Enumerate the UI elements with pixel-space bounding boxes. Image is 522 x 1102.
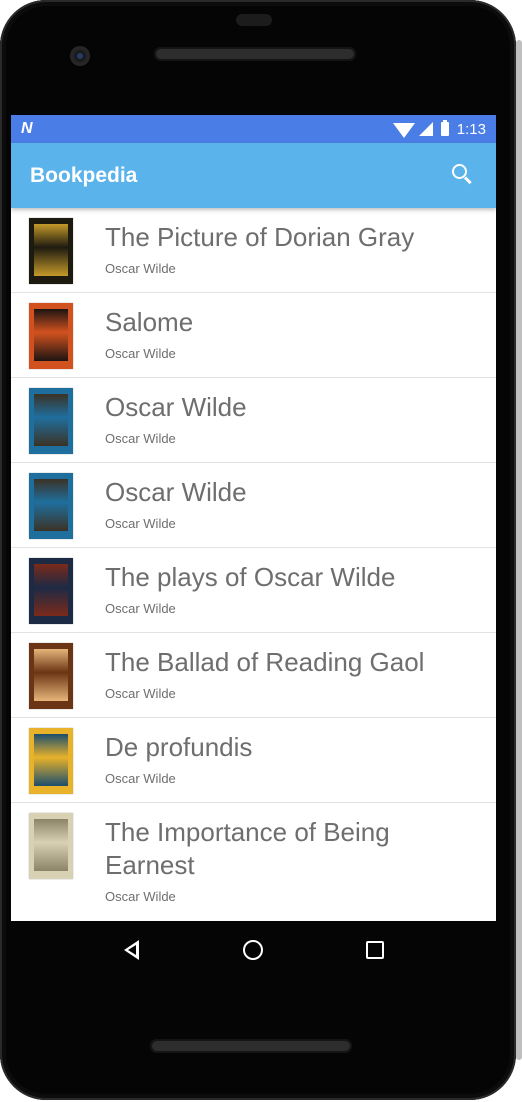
book-author: Oscar Wilde [105,686,176,701]
book-author: Oscar Wilde [105,771,176,786]
status-time: 1:13 [456,120,486,138]
book-cover-image [29,643,73,709]
book-author: Oscar Wilde [105,346,176,361]
book-author: Oscar Wilde [105,516,176,531]
book-author: Oscar Wilde [105,889,176,904]
app-screen: N 1:13 Bookpedia The Picture of Dorian G… [11,115,496,921]
book-list-item[interactable]: Salome Oscar Wilde [11,293,496,378]
book-cover-image [29,218,73,284]
search-icon[interactable] [449,162,477,190]
book-cover-image [29,558,73,624]
bottom-speaker [150,1039,352,1053]
book-list-item[interactable]: The Ballad of Reading Gaol Oscar Wilde [11,633,496,718]
book-title: De profundis [105,732,253,762]
book-list-item[interactable]: De profundis Oscar Wilde [11,718,496,803]
back-icon[interactable] [117,935,147,965]
book-title: The plays of Oscar Wilde [105,562,396,592]
book-author: Oscar Wilde [105,601,176,616]
book-title: Salome [105,307,194,337]
book-title: The Importance of Being Earnest [105,817,390,880]
book-title: Oscar Wilde [105,392,247,422]
book-list-item[interactable]: Oscar Wilde Oscar Wilde [11,463,496,548]
book-cover-image [29,303,73,369]
book-cover-image [29,388,73,454]
app-bar: Bookpedia [11,143,496,208]
book-author: Oscar Wilde [105,261,176,276]
book-list-item[interactable]: The plays of Oscar Wilde Oscar Wilde [11,548,496,633]
phone-side-edge [516,40,522,1060]
earpiece-speaker [154,47,356,61]
book-list-item[interactable]: The Picture of Dorian Gray Oscar Wilde [11,208,496,293]
battery-icon [440,120,449,136]
book-list-item[interactable]: Oscar Wilde Oscar Wilde [11,378,496,463]
home-icon[interactable] [238,935,268,965]
recents-icon[interactable] [360,935,390,965]
signal-icon [418,122,433,136]
front-camera [70,46,90,66]
wifi-icon [392,122,415,138]
book-cover-image [29,473,73,539]
book-list: The Picture of Dorian Gray Oscar Wilde S… [11,208,496,921]
book-cover-image [29,728,73,794]
phone-frame: N 1:13 Bookpedia The Picture of Dorian G… [0,0,516,1100]
status-bar: N 1:13 [11,115,496,143]
app-title: Bookpedia [30,163,138,187]
book-list-item[interactable]: The Importance of Being Earnest Oscar Wi… [11,803,496,921]
book-title: Oscar Wilde [105,477,247,507]
sensor-notch [236,14,272,26]
book-title: The Ballad of Reading Gaol [105,647,425,677]
book-title: The Picture of Dorian Gray [105,222,415,252]
book-cover-image [29,813,73,879]
n-notification-icon: N [21,120,33,137]
book-author: Oscar Wilde [105,431,176,446]
system-navigation-bar [11,921,496,979]
